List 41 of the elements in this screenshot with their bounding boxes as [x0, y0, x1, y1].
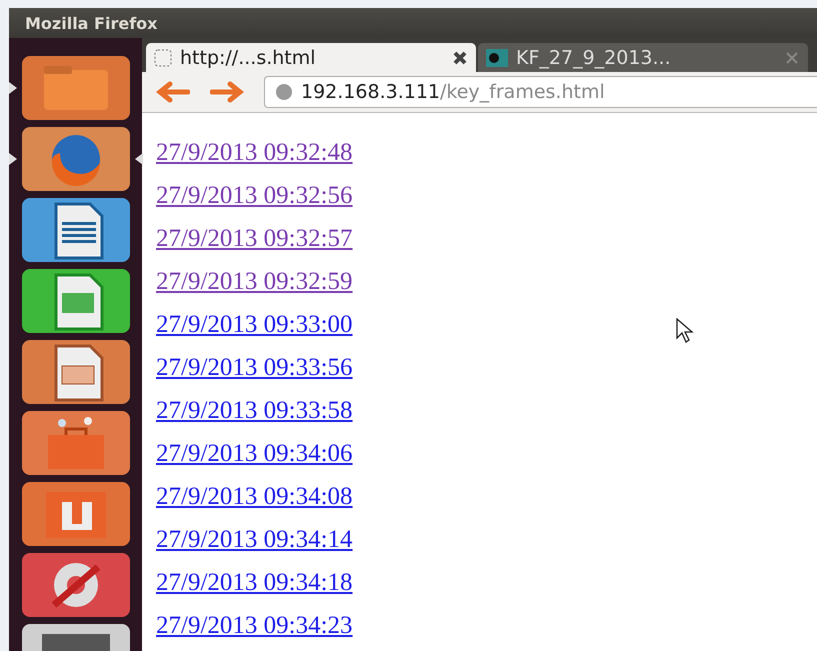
timestamp-link[interactable]: 27/9/2013 09:34:18 [156, 567, 353, 599]
thumbnail-icon [486, 48, 508, 66]
document-icon [54, 274, 103, 330]
browser-tab[interactable]: http://...s.html [146, 43, 476, 72]
launcher-icon[interactable] [22, 553, 130, 617]
launcher-icon[interactable] [22, 482, 130, 546]
back-arrow-icon[interactable] [156, 81, 190, 103]
document-icon [54, 202, 103, 260]
timestamp-link[interactable]: 27/9/2013 09:34:23 [156, 610, 353, 642]
address-field[interactable]: 192.168.3.111/key_frames.html [264, 76, 817, 108]
timestamp-link[interactable]: 27/9/2013 09:32:48 [156, 137, 353, 169]
timestamp-link[interactable]: 27/9/2013 09:33:00 [156, 309, 353, 341]
folder-icon [44, 66, 108, 110]
close-icon[interactable] [452, 50, 468, 66]
app-icon [42, 634, 110, 651]
mouse-pointer-icon [676, 318, 694, 344]
launcher-icon[interactable] [22, 198, 130, 262]
timestamp-link[interactable]: 27/9/2013 09:32:59 [156, 266, 353, 298]
timestamp-link[interactable]: 27/9/2013 09:34:06 [156, 438, 353, 470]
gear-wrench-icon [51, 563, 100, 608]
u-logo-icon [46, 492, 106, 538]
forward-arrow-icon[interactable] [210, 81, 244, 103]
timestamp-link[interactable]: 27/9/2013 09:32:57 [156, 223, 353, 255]
timestamp-link[interactable]: 27/9/2013 09:33:56 [156, 352, 353, 384]
launcher-icon[interactable] [22, 340, 130, 404]
window-title: Mozilla Firefox [25, 14, 158, 32]
page-icon [154, 48, 172, 66]
tab-title: KF_27_9_2013... [516, 46, 672, 68]
globe-icon [52, 135, 100, 186]
globe-icon [275, 83, 293, 101]
browser-tab[interactable]: KF_27_9_2013... [478, 43, 808, 72]
document-icon [54, 344, 103, 402]
bag-icon [48, 417, 104, 469]
tab-title: http://...s.html [180, 46, 317, 68]
url-host: 192.168.3.111 [301, 81, 440, 103]
timestamp-link[interactable]: 27/9/2013 09:34:14 [156, 524, 353, 556]
timestamp-link[interactable]: 27/9/2013 09:34:08 [156, 481, 353, 513]
launcher-icon[interactable] [22, 269, 130, 333]
url-path: /key_frames.html [440, 81, 605, 103]
timestamp-link[interactable]: 27/9/2013 09:33:58 [156, 395, 353, 427]
timestamp-link[interactable]: 27/9/2013 09:32:56 [156, 180, 353, 212]
